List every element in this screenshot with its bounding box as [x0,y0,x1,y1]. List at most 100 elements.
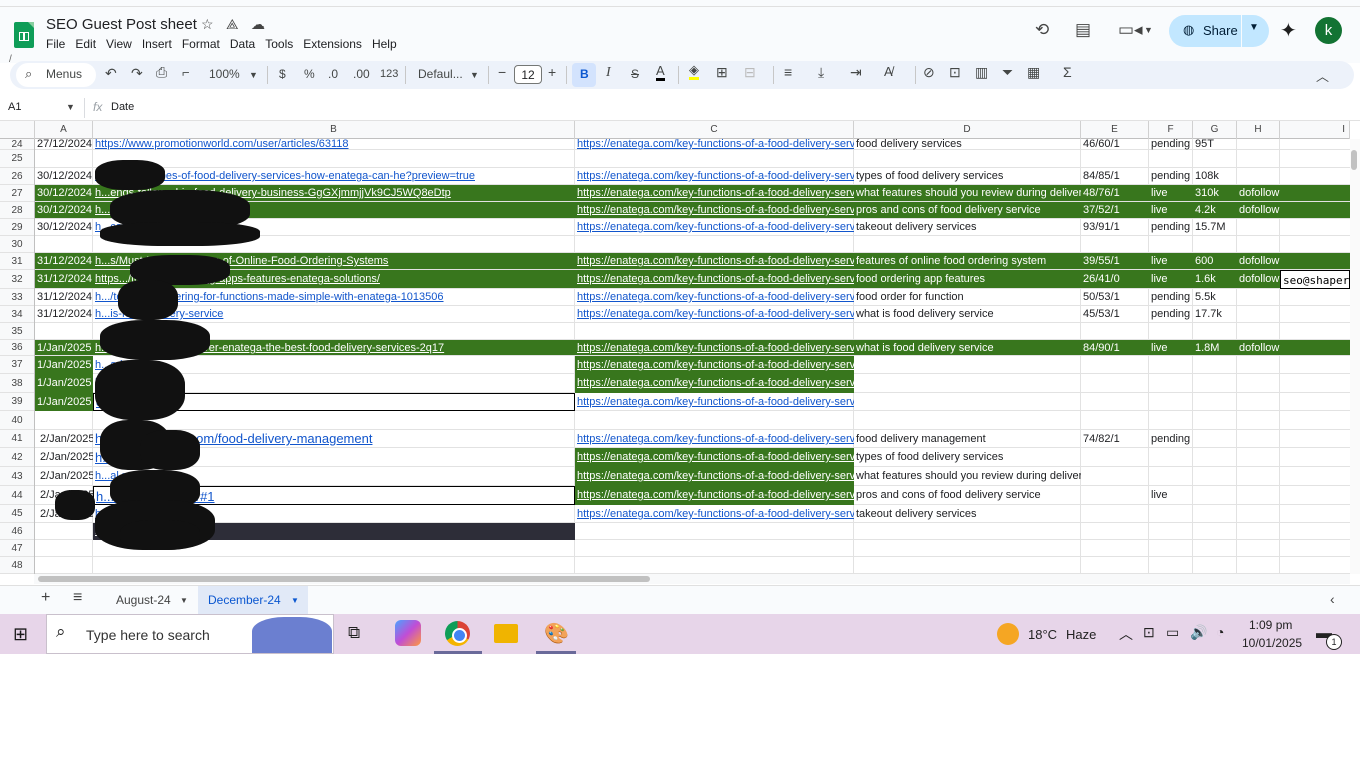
cell-e[interactable]: 50/53/1 [1081,289,1149,306]
cell-c[interactable]: https://enatega.com/key-functions-of-a-f… [575,430,854,448]
cell-h[interactable] [1237,540,1280,557]
vertical-align-icon[interactable]: ⤓ [818,64,824,81]
row-header[interactable]: 35 [0,323,34,340]
history-icon[interactable]: ⟲ [1035,20,1049,40]
cell-h[interactable]: dofollow [1237,185,1280,202]
collapse-toolbar-icon[interactable]: ︿ [1316,66,1329,85]
cell-h[interactable] [1237,448,1280,467]
merge-cells-icon[interactable]: ⊟ [744,64,756,81]
cell-c[interactable] [575,540,854,557]
horizontal-scroll-thumb[interactable] [38,576,650,582]
cell-e[interactable]: 37/52/1 [1081,202,1149,219]
cell-e[interactable] [1081,356,1149,374]
cell-b[interactable] [93,150,575,168]
cell-h[interactable] [1237,236,1280,253]
increase-font-size-button[interactable]: + [548,64,556,80]
cell-e[interactable] [1081,448,1149,467]
print-icon[interactable]: ⎙ [156,64,167,81]
insert-chart-icon[interactable]: ▥ [975,64,988,81]
row-header[interactable]: 28 [0,202,34,219]
cell-d[interactable]: what is food delivery service [854,306,1081,323]
cell-h[interactable] [1237,168,1280,185]
cell-h[interactable]: dofollow [1237,340,1280,356]
cell-g[interactable] [1193,540,1237,557]
cell-f[interactable]: live [1149,270,1193,289]
cell-c[interactable]: https://enatega.com/key-functions-of-a-f… [575,505,854,523]
cell-a[interactable]: 27/12/2024 [35,139,93,150]
cell-e[interactable] [1081,523,1149,540]
cell-i[interactable] [1280,486,1350,505]
text-wrapping-icon[interactable]: ⇥ [850,64,862,81]
cell-e[interactable]: 39/55/1 [1081,253,1149,270]
cell-d[interactable]: pros and cons of food delivery service [854,202,1081,219]
horizontal-align-icon[interactable]: ≡ [784,64,792,80]
cell-h[interactable]: dofollow [1237,253,1280,270]
cell-e[interactable] [1081,236,1149,253]
add-sheet-button[interactable]: + [41,589,50,607]
cell-b[interactable]: https://www.promotionworld.com/user/arti… [93,139,575,150]
cell-d[interactable]: takeout delivery services [854,505,1081,523]
cell-f[interactable]: pending [1149,306,1193,323]
formula-input[interactable]: Date [111,101,134,113]
move-icon[interactable]: ⟁ [226,16,239,33]
sheet-tab-december-24[interactable]: December-24 [208,593,281,607]
row-header[interactable]: 31 [0,253,34,270]
cell-h[interactable] [1237,306,1280,323]
cell-d[interactable] [854,236,1081,253]
cell-f[interactable]: pending [1149,139,1193,150]
cell-i[interactable] [1280,505,1350,523]
cell-g[interactable]: 4.2k [1193,202,1237,219]
redo-icon[interactable]: ↷ [131,65,143,82]
cell-a[interactable]: 31/12/2024 [35,253,93,270]
cell-g[interactable] [1193,236,1237,253]
cell-f[interactable]: pending [1149,289,1193,306]
document-title[interactable]: SEO Guest Post sheet [46,16,197,33]
cell-h[interactable] [1237,505,1280,523]
vertical-scroll-thumb[interactable] [1351,150,1357,170]
currency-format-button[interactable]: $ [279,67,286,81]
cell-e[interactable]: 46/60/1 [1081,139,1149,150]
select-all-corner[interactable] [0,121,35,139]
row-header[interactable]: 38 [0,374,34,393]
cell-a[interactable]: 30/12/2024 [35,219,93,236]
insert-comment-icon[interactable]: ⊡ [949,64,961,81]
cell-h[interactable] [1237,557,1280,574]
cell-e[interactable] [1081,557,1149,574]
cell-g[interactable]: 1.6k [1193,270,1237,289]
cell-d[interactable]: types of food delivery services [854,168,1081,185]
cell-g[interactable] [1193,411,1237,430]
avatar[interactable]: k [1315,17,1342,44]
decrease-decimal-button[interactable]: .0 [328,67,338,81]
cell-i[interactable] [1280,523,1350,540]
filter-icon[interactable]: ⏷ [1002,64,1013,81]
cell-h[interactable]: dofollow [1237,202,1280,219]
cell-c[interactable]: https://enatega.com/key-functions-of-a-f… [575,306,854,323]
row-header[interactable]: 26 [0,168,34,185]
share-dropdown-icon[interactable]: ▼ [1249,22,1259,33]
cell-i[interactable] [1280,253,1350,270]
cell-e[interactable] [1081,540,1149,557]
column-header-e[interactable]: E [1081,121,1149,139]
cell-e[interactable] [1081,323,1149,340]
cell-i[interactable] [1280,356,1350,374]
cell-a[interactable]: 30/12/2024 [35,168,93,185]
cell-h[interactable] [1237,467,1280,486]
cell-d[interactable]: food delivery services [854,139,1081,150]
cell-e[interactable] [1081,505,1149,523]
row-header[interactable]: 29 [0,219,34,236]
column-header-f[interactable]: F [1149,121,1193,139]
cell-g[interactable] [1193,150,1237,168]
cell-g[interactable] [1193,467,1237,486]
cell-h[interactable] [1237,486,1280,505]
cell-i[interactable] [1280,185,1350,202]
cell-d[interactable]: features of online food ordering system [854,253,1081,270]
cell-i[interactable] [1280,467,1350,486]
cell-a[interactable] [35,323,93,340]
cell-c[interactable]: https://enatega.com/key-functions-of-a-f… [575,219,854,236]
menu-view[interactable]: View [106,37,138,51]
undo-icon[interactable]: ↶ [105,65,117,82]
cell-c[interactable]: https://enatega.com/key-functions-of-a-f… [575,340,854,356]
cell-a[interactable]: 31/12/2024 [35,270,93,289]
font-family-select[interactable]: Defaul... [418,67,463,81]
cell-f[interactable]: live [1149,202,1193,219]
